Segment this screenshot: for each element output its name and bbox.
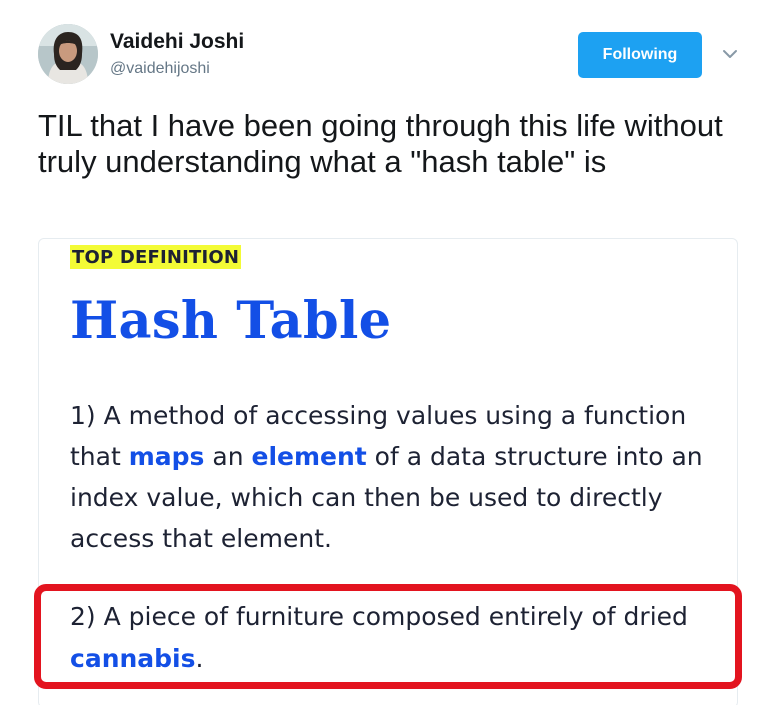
- definition-1: 1) A method of accessing values using a …: [70, 395, 710, 559]
- tweet-text: TIL that I have been going through this …: [38, 108, 723, 179]
- definition-2: 2) A piece of furniture composed entirel…: [70, 596, 710, 680]
- definition-word: Hash Table: [70, 291, 392, 351]
- user-handle[interactable]: @vaidehijoshi: [110, 60, 210, 78]
- link-maps: maps: [128, 442, 205, 471]
- definition-2-prefix: 2) A piece of furniture composed entirel…: [70, 602, 688, 631]
- definition-2-suffix: .: [195, 644, 204, 673]
- following-button[interactable]: Following: [578, 32, 702, 78]
- avatar[interactable]: [38, 24, 98, 84]
- embedded-image-card[interactable]: TOP DEFINITION Hash Table 1) A method of…: [38, 238, 738, 705]
- link-element: element: [251, 442, 367, 471]
- link-cannabis: cannabis: [70, 644, 196, 673]
- chevron-down-icon[interactable]: [720, 44, 740, 64]
- definition-1-middle: an: [204, 442, 252, 471]
- tweet: Vaidehi Joshi @vaidehijoshi Following TI…: [0, 0, 776, 705]
- avatar-image: [38, 24, 98, 84]
- definition-screenshot: TOP DEFINITION Hash Table 1) A method of…: [39, 239, 737, 705]
- top-definition-badge: TOP DEFINITION: [70, 245, 242, 269]
- user-name[interactable]: Vaidehi Joshi: [110, 30, 244, 54]
